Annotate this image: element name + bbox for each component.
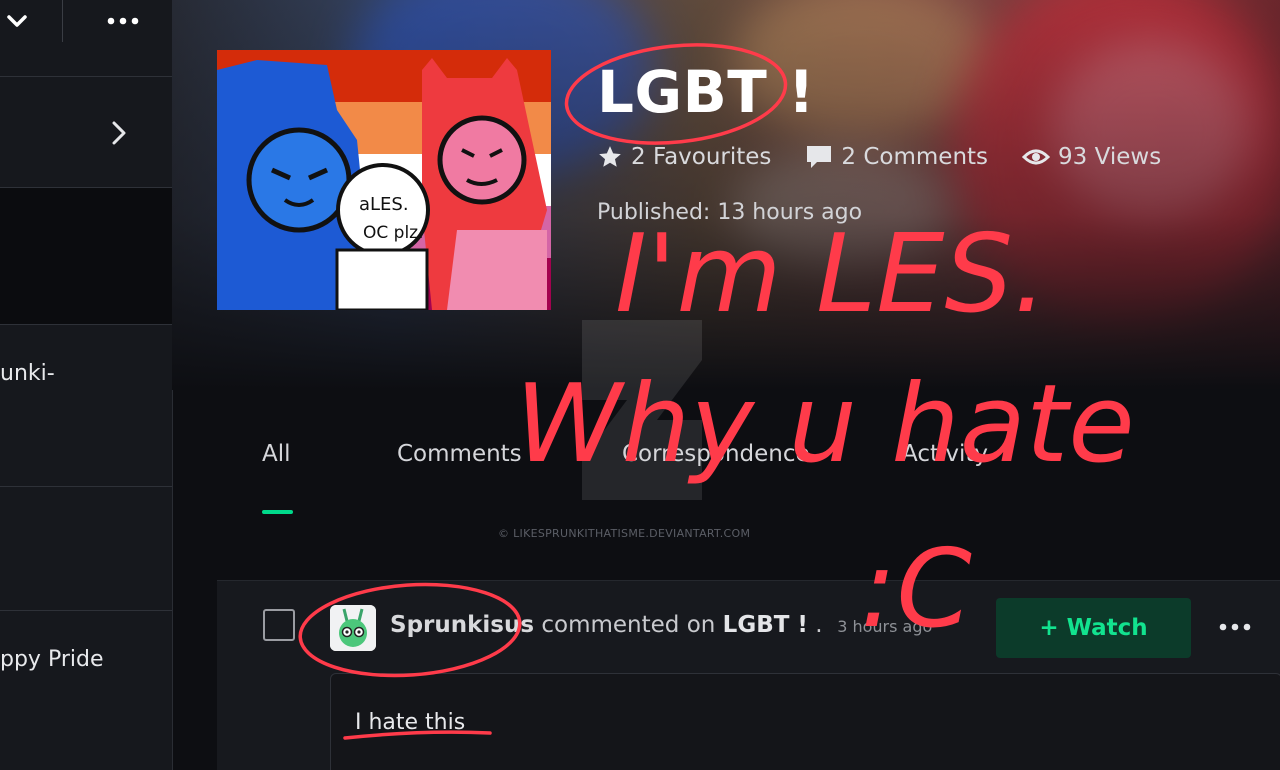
deviation-link[interactable]: LGBT ! <box>723 612 808 638</box>
thumbnail-text-1: aLES. <box>359 194 409 215</box>
username-link[interactable]: Sprunkisus <box>390 612 534 638</box>
annotation-line-1: I'm LES. <box>615 212 1048 337</box>
avatar[interactable] <box>330 605 376 651</box>
chevron-down-icon[interactable] <box>4 8 30 34</box>
comment-icon <box>807 146 832 168</box>
sidebar-item-3[interactable]: unki- <box>0 325 172 487</box>
deviation-stats: 2 Favourites 2 Comments 93 Views <box>597 140 1195 174</box>
sidebar-item-2[interactable] <box>0 188 172 325</box>
sidebar-header <box>0 0 172 77</box>
eye-icon <box>1022 149 1051 165</box>
views-stat: 93 Views <box>1022 144 1161 170</box>
watermark-text: © LIKESPRUNKITHATISME.DEVIANTART.COM <box>498 527 751 540</box>
more-options-icon[interactable] <box>104 8 142 34</box>
thumbnail-text-2: OC plz. <box>363 223 424 243</box>
sidebar-item-1[interactable] <box>0 77 172 188</box>
left-sidebar: unki- ppy Pride <box>0 0 173 770</box>
feed-action-text: commented on <box>541 612 716 638</box>
favourites-stat[interactable]: 2 Favourites <box>597 144 771 170</box>
annotation-line-2: Why u hate <box>515 362 1135 487</box>
annotation-line-3: :C <box>860 527 972 652</box>
tab-all[interactable]: All <box>262 441 291 467</box>
comment-text: I hate this <box>355 710 466 735</box>
sidebar-divider <box>62 0 63 42</box>
select-checkbox[interactable] <box>263 609 295 641</box>
deviation-title: LGBT ! <box>597 58 815 126</box>
deviation-thumbnail[interactable]: aLES. OC plz. <box>217 50 551 310</box>
sidebar-item-label: ppy Pride <box>0 647 104 672</box>
favourites-count: 2 Favourites <box>631 144 772 170</box>
comments-count: 2 Comments <box>841 144 989 170</box>
watch-button[interactable]: + Watch <box>996 598 1191 658</box>
user-avatar-image <box>330 605 376 651</box>
active-tab-indicator <box>262 510 293 514</box>
comments-stat[interactable]: 2 Comments <box>805 144 988 170</box>
more-options-icon[interactable] <box>1213 609 1257 645</box>
chevron-right-icon <box>112 121 126 145</box>
tab-comments[interactable]: Comments <box>397 441 522 467</box>
views-count: 93 Views <box>1058 144 1162 170</box>
sidebar-item-5[interactable]: ppy Pride <box>0 611 172 770</box>
comment-body: I hate this <box>330 673 1280 770</box>
star-icon <box>599 146 621 167</box>
feed-item: Sprunkisus commented on LGBT ! . 3 hours… <box>217 580 1280 770</box>
sidebar-item-4[interactable] <box>0 487 172 611</box>
sidebar-item-label: unki- <box>0 361 55 386</box>
feed-item-header: Sprunkisus commented on LGBT ! . 3 hours… <box>390 612 933 638</box>
